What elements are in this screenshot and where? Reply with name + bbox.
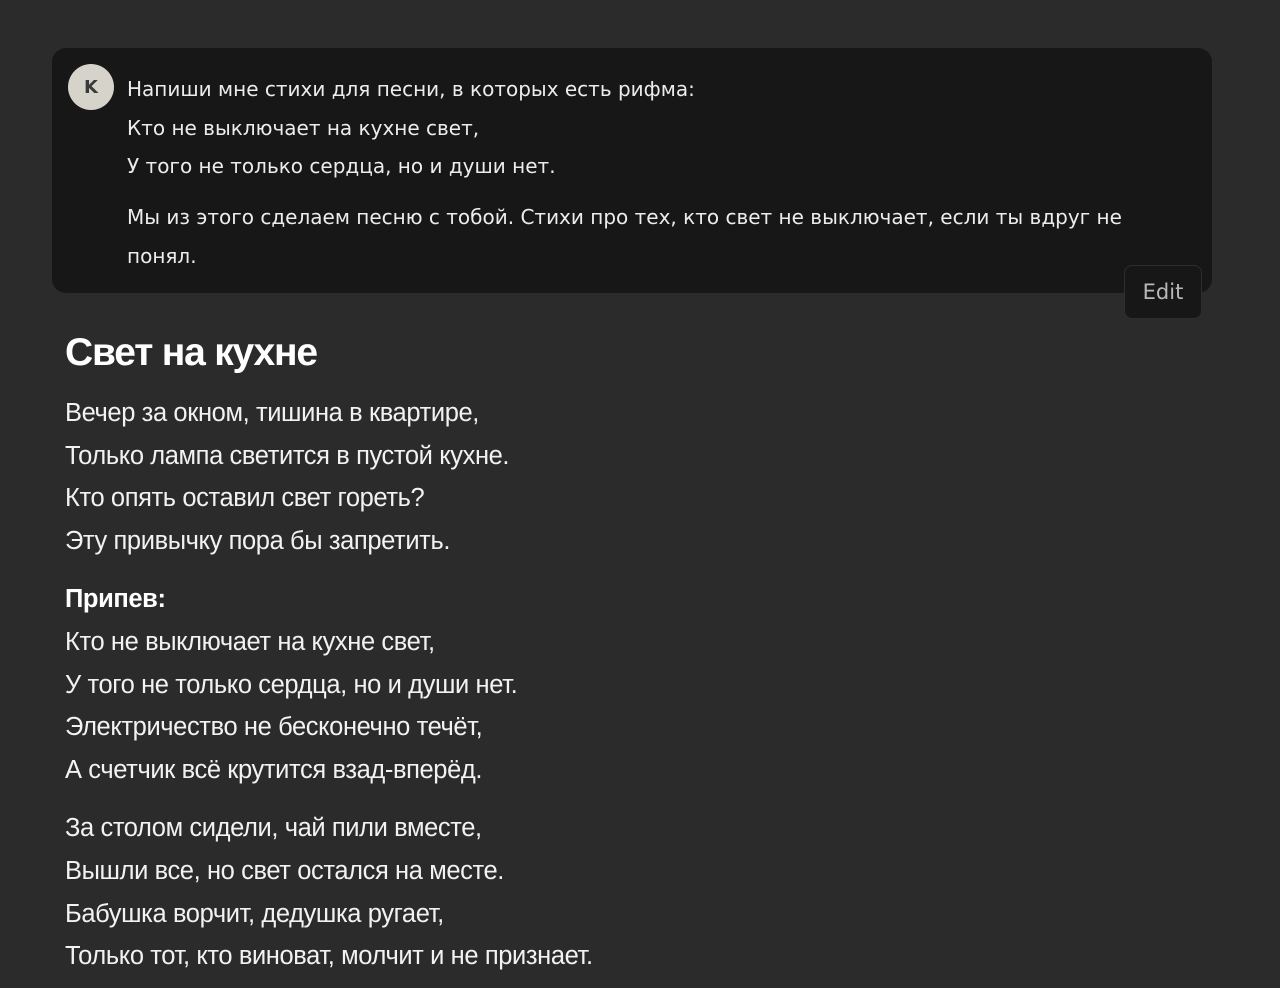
- user-message-line: Кто не выключает на кухне свет,: [127, 115, 480, 140]
- user-message-paragraph: Мы из этого сделаем песню с тобой. Стихи…: [127, 204, 1122, 268]
- lyric-line: Электричество не бесконечно течёт,: [65, 713, 483, 742]
- lyric-line: Только тот, кто виноват, молчит и не при…: [65, 942, 593, 971]
- lyric-line: Кто опять оставил свет гореть?: [65, 484, 425, 513]
- lyric-line: У того не только сердца, но и души нет.: [65, 670, 518, 699]
- lyric-line: Кто не выключает на кухне свет,: [65, 627, 435, 656]
- song-title: Свет на кухне: [65, 331, 318, 374]
- chorus: Припев: Кто не выключает на кухне свет, …: [65, 578, 1165, 791]
- verse-1: Вечер за окном, тишина в квартире, Тольк…: [65, 392, 1165, 562]
- lyric-line: За столом сидели, чай пили вместе,: [65, 814, 482, 843]
- lyric-line: Только лампа светится в пустой кухне.: [65, 441, 510, 470]
- edit-button[interactable]: Edit: [1124, 265, 1202, 319]
- lyric-line: Бабушка ворчит, дедушка ругает,: [65, 899, 444, 928]
- chat-page: K Напиши мне стихи для песни, в которых …: [0, 0, 1280, 988]
- lyric-line: Эту привычку пора бы запретить.: [65, 526, 451, 555]
- user-message: K Напиши мне стихи для песни, в которых …: [52, 48, 1212, 293]
- lyric-line: А счетчик всё крутится взад-вперёд.: [65, 755, 483, 784]
- user-avatar[interactable]: K: [68, 64, 114, 110]
- user-message-line: Напиши мне стихи для песни, в которых ес…: [127, 77, 695, 101]
- lyric-line: Вышли все, но свет остался на месте.: [65, 856, 504, 885]
- user-message-text: Напиши мне стихи для песни, в которых ес…: [127, 70, 1187, 276]
- assistant-response: Свет на кухне Вечер за окном, тишина в к…: [65, 328, 1165, 988]
- verse-2: За столом сидели, чай пили вместе, Вышли…: [65, 807, 1165, 977]
- lyric-line: Вечер за окном, тишина в квартире,: [65, 399, 479, 427]
- chorus-label: Припев:: [65, 585, 166, 614]
- user-message-line: У того не только сердца, но и души нет.: [127, 154, 556, 178]
